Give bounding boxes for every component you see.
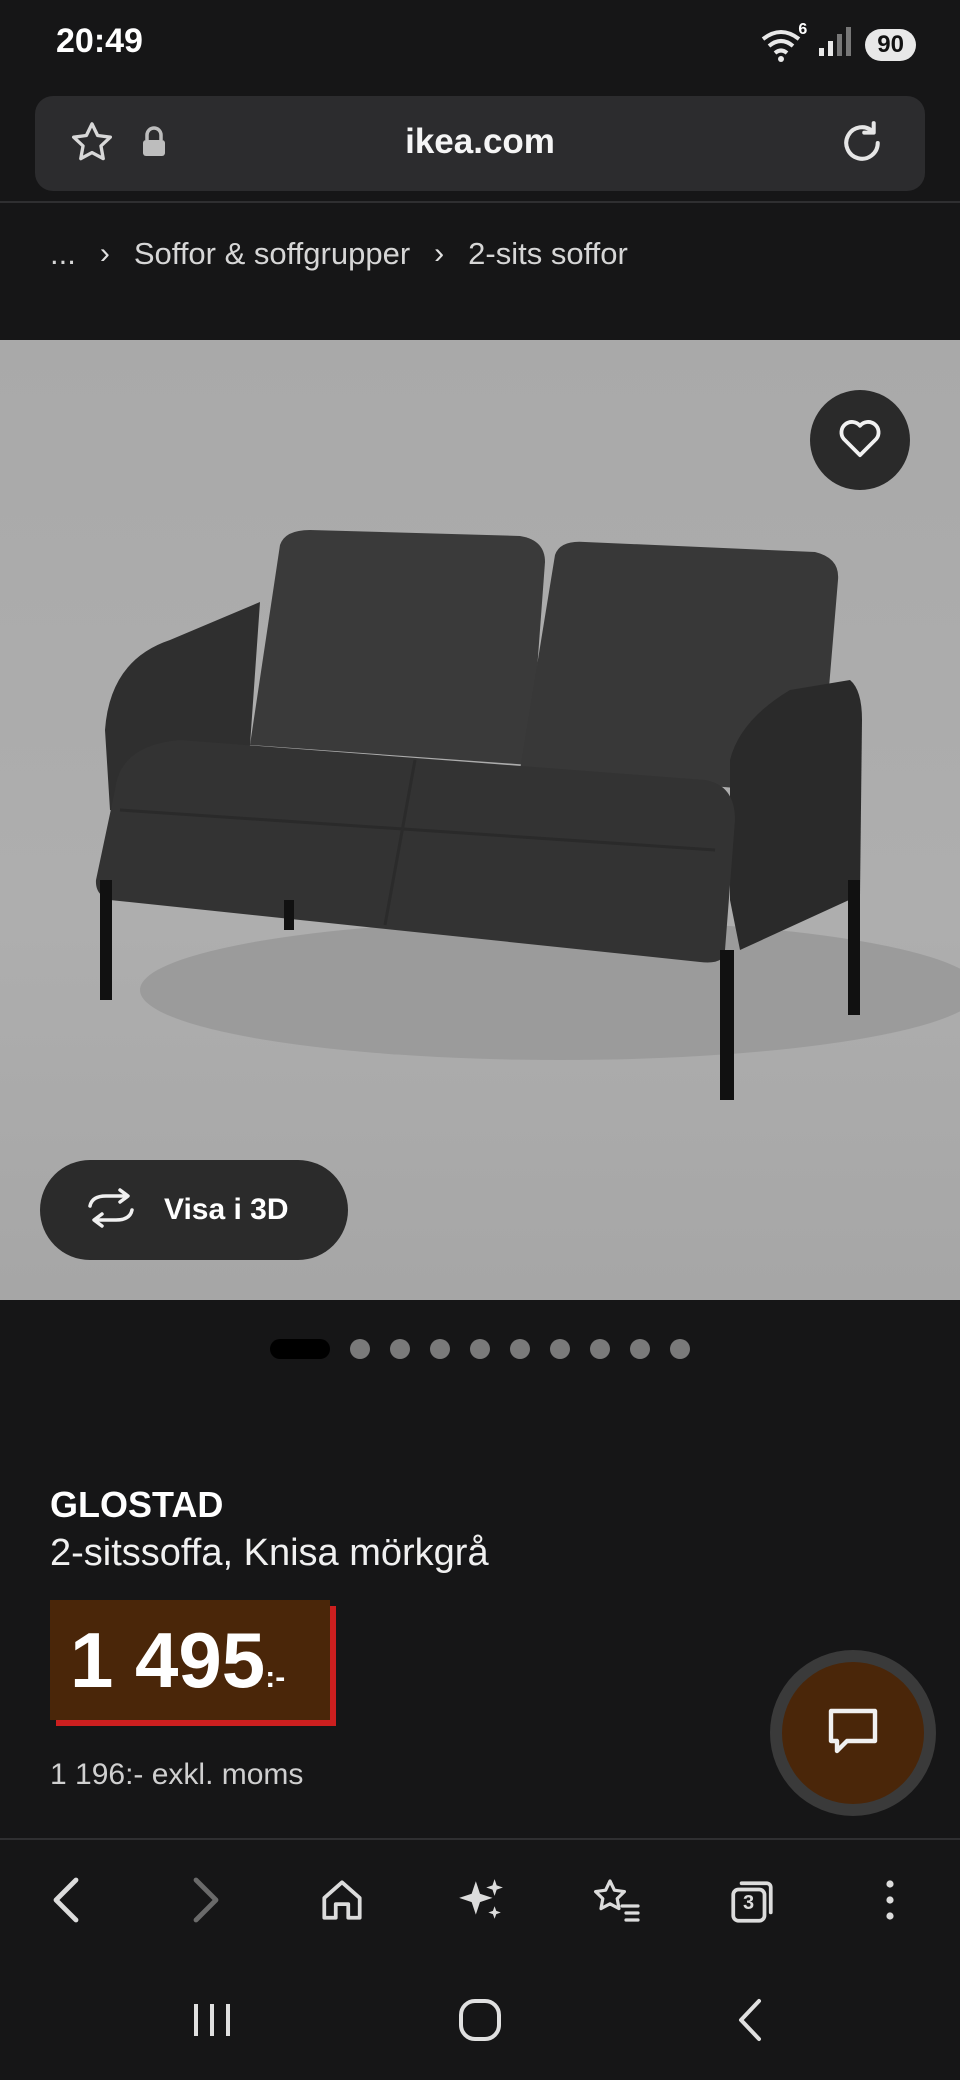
system-home-button[interactable] — [450, 1992, 510, 2052]
signal-icon — [817, 26, 852, 63]
tabs-icon: 3 — [727, 1877, 777, 1927]
price-suffix: :- — [265, 1661, 286, 1694]
chat-button-inner — [782, 1662, 924, 1804]
forward-button[interactable] — [174, 1870, 238, 1934]
home-circle-icon — [457, 1997, 503, 2048]
carousel-dot[interactable] — [350, 1339, 370, 1359]
carousel-dot[interactable] — [550, 1339, 570, 1359]
heart-icon — [837, 417, 883, 464]
rotate-3d-icon — [84, 1187, 138, 1233]
carousel-dot[interactable] — [390, 1339, 410, 1359]
breadcrumb-item-2-sits[interactable]: 2-sits soffor — [468, 236, 628, 272]
back-arrow-icon — [735, 1997, 765, 2048]
chat-button[interactable] — [770, 1650, 936, 1816]
status-bar: 20:49 6 90 — [0, 0, 960, 90]
battery-indicator: 90 — [865, 28, 916, 61]
view-3d-label: Visa i 3D — [164, 1193, 289, 1226]
breadcrumb: ... › Soffor & soffgrupper › 2-sits soff… — [50, 236, 628, 272]
carousel-dot[interactable] — [670, 1339, 690, 1359]
sofa-illustration — [95, 530, 960, 1100]
system-navigation-bar — [0, 1962, 960, 2080]
product-description: 2-sitssoffa, Knisa mörkgrå — [50, 1532, 489, 1574]
home-button[interactable] — [310, 1870, 374, 1934]
tabs-button[interactable]: 3 — [720, 1870, 784, 1934]
wifi-icon: 6 — [759, 21, 807, 63]
sparkle-icon — [455, 1875, 505, 1930]
system-back-button[interactable] — [720, 1992, 780, 2052]
product-name: GLOSTAD — [50, 1484, 224, 1525]
divider — [0, 201, 960, 203]
reload-icon[interactable] — [835, 116, 889, 175]
address-bar[interactable]: ikea.com — [35, 96, 925, 191]
breadcrumb-item-soffor[interactable]: Soffor & soffgrupper — [134, 236, 410, 272]
carousel-dot[interactable] — [510, 1339, 530, 1359]
browser-toolbar: 3 — [0, 1842, 960, 1962]
bookmarks-star-list-icon — [590, 1875, 642, 1930]
carousel-dot[interactable] — [630, 1339, 650, 1359]
carousel-dot[interactable] — [590, 1339, 610, 1359]
price-tag: 1 495 :- — [50, 1600, 330, 1720]
view-3d-button[interactable]: Visa i 3D — [40, 1160, 348, 1260]
tab-count: 3 — [742, 1892, 755, 1914]
recent-apps-icon — [190, 2000, 234, 2045]
carousel-dot[interactable] — [430, 1339, 450, 1359]
recent-apps-button[interactable] — [182, 1992, 242, 2052]
url-text[interactable]: ikea.com — [35, 122, 925, 162]
carousel-dot[interactable] — [470, 1339, 490, 1359]
favorite-button[interactable] — [810, 390, 910, 490]
bookmarks-button[interactable] — [584, 1870, 648, 1934]
chevron-right-icon: › — [99, 237, 110, 270]
home-icon — [317, 1875, 367, 1930]
carousel-dot[interactable] — [270, 1339, 330, 1359]
divider — [0, 1838, 960, 1840]
chat-bubble-icon — [825, 1705, 881, 1762]
chevron-right-icon — [186, 1874, 226, 1931]
breadcrumb-ellipsis[interactable]: ... — [50, 236, 76, 272]
chevron-left-icon — [46, 1874, 86, 1931]
price-amount: 1 495 — [70, 1616, 266, 1704]
more-menu-button[interactable] — [858, 1870, 922, 1934]
status-time: 20:49 — [56, 22, 143, 60]
more-vertical-icon — [884, 1878, 896, 1927]
image-carousel-indicator[interactable] — [270, 1339, 690, 1359]
chevron-right-icon: › — [434, 237, 445, 270]
status-icons: 6 90 — [759, 21, 916, 63]
price-excl-vat: 1 196:- exkl. moms — [50, 1758, 304, 1791]
product-image[interactable]: Visa i 3D — [0, 340, 960, 1300]
wifi-badge: 6 — [798, 20, 808, 38]
back-button[interactable] — [34, 1870, 98, 1934]
ai-assistant-button[interactable] — [448, 1870, 512, 1934]
